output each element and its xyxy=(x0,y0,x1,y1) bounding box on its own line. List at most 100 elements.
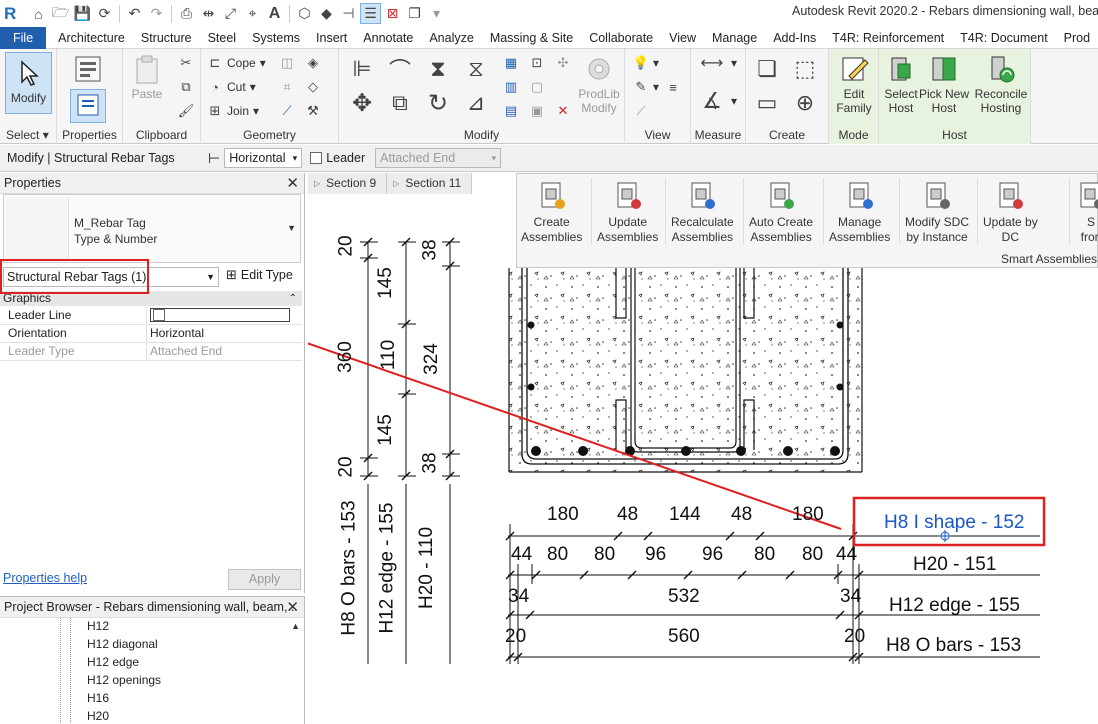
scale-icon[interactable]: ⊡ xyxy=(529,55,545,71)
create-part-icon[interactable]: ❏ xyxy=(752,55,782,83)
pin-icon[interactable]: ▢ xyxy=(529,79,545,95)
split-icon[interactable]: ▥ xyxy=(503,79,519,95)
group-graphics[interactable]: Graphics ⌃ xyxy=(0,291,302,306)
tab-collaborate[interactable]: Collaborate xyxy=(581,27,661,49)
paste-button[interactable]: Paste xyxy=(131,53,163,101)
create-similar-icon[interactable]: ⊕ xyxy=(790,89,820,117)
rebar-tag-left[interactable]: H8 O bars - 153 xyxy=(339,500,361,635)
type-properties-button[interactable] xyxy=(72,53,104,87)
hide-icon[interactable]: 💡 ▾ xyxy=(633,55,659,71)
selected-rebar-tag[interactable]: H8 I shape - 152 xyxy=(884,512,1024,534)
edit-family-button[interactable]: Edit Family xyxy=(832,53,876,115)
beam-join-icon[interactable]: ⟋ xyxy=(279,103,295,119)
unpin-icon[interactable]: ✣ xyxy=(555,55,571,71)
tab-section-9[interactable]: ▷ Section 9 xyxy=(308,173,388,194)
unpin-gray-icon[interactable]: ▣ xyxy=(529,103,545,119)
revit-logo[interactable]: R xyxy=(4,4,24,24)
cope-button[interactable]: ⊏ Cope ▾ xyxy=(207,55,266,71)
instance-selector[interactable]: Structural Rebar Tags (1) ▼ xyxy=(3,267,219,287)
sync-icon[interactable]: ⟳ xyxy=(94,3,115,24)
match-type-icon[interactable]: 🖌 xyxy=(178,103,195,119)
smart-assembly-button-s-fron[interactable]: Sfron xyxy=(1075,180,1098,245)
override-graphics-icon[interactable]: ✎ ▾ xyxy=(633,79,659,95)
drawing-canvas[interactable]: 20 360 20 145 110 145 38 324 38 H8 O bar… xyxy=(308,194,1098,724)
wall-joins-icon[interactable]: ⌗ xyxy=(279,79,295,95)
tab-annotate[interactable]: Annotate xyxy=(355,27,421,49)
copy-icon[interactable]: ⧉ xyxy=(385,89,415,117)
smart-assembly-button-auto-create-assemblies[interactable]: Auto Create Assemblies xyxy=(749,180,813,245)
undo-icon[interactable]: ↶ xyxy=(124,3,145,24)
copy-clip-icon[interactable]: ⧉ xyxy=(178,79,194,95)
leader-end-combo[interactable]: Attached End ▾ xyxy=(375,148,502,168)
rebar-tag-left[interactable]: H12 edge - 155 xyxy=(377,503,399,634)
cut-button[interactable]: ◔ Cut ▾ xyxy=(207,79,256,95)
angular-dimension-icon[interactable]: ∡ ▾ xyxy=(697,87,737,115)
tab-view[interactable]: View xyxy=(661,27,704,49)
join-button[interactable]: ⊞ Join ▾ xyxy=(207,103,260,119)
leader-line-field[interactable] xyxy=(150,308,290,322)
type-selector[interactable]: M_Rebar Tag Type & Number ▼ xyxy=(3,194,301,263)
reconcile-hosting-button[interactable]: Reconcile Hosting xyxy=(973,53,1029,115)
tab-manage[interactable]: Manage xyxy=(704,27,765,49)
measure-icon[interactable]: ⇹ xyxy=(198,3,219,24)
tree-item[interactable]: H12 xyxy=(87,619,109,633)
close-icon[interactable]: ✕ xyxy=(286,597,299,618)
align-icon[interactable]: ⊫ xyxy=(347,55,377,83)
trim-icon[interactable]: ⊿ xyxy=(461,89,491,117)
tree-item[interactable]: H12 edge xyxy=(87,655,139,669)
detail-line-icon[interactable]: ⊣ xyxy=(338,3,359,24)
cut-clip-icon[interactable]: ✂ xyxy=(178,55,194,71)
customize-qat-icon[interactable]: ▾ xyxy=(426,3,447,24)
chevron-down-icon[interactable]: ▼ xyxy=(287,223,296,233)
tree-item[interactable]: H16 xyxy=(87,691,109,705)
move-icon[interactable]: ✥ xyxy=(347,89,377,117)
close-icon[interactable]: ✕ xyxy=(286,173,299,194)
smart-assembly-button-modify-sdc-by-instance[interactable]: Modify SDC by Instance xyxy=(905,180,969,245)
mirror-draw-icon[interactable]: ⧖ xyxy=(461,55,491,83)
section-icon[interactable]: ◆ xyxy=(316,3,337,24)
prodlib-modify-button[interactable]: ProdLib Modify xyxy=(575,53,623,115)
smart-assembly-button-update-by-dc[interactable]: Update by DC xyxy=(983,180,1038,245)
tab-t4r-reinforcement[interactable]: T4R: Reinforcement xyxy=(824,27,952,49)
redo-icon[interactable]: ↷ xyxy=(146,3,167,24)
select-dropdown[interactable]: Select ▾ xyxy=(0,128,56,142)
tab-prod[interactable]: Prod xyxy=(1056,27,1098,49)
create-group-icon[interactable]: ⬚ xyxy=(790,55,820,83)
rebar-tag[interactable]: H8 O bars - 153 xyxy=(886,635,1021,657)
scroll-up-icon[interactable]: ▲ xyxy=(291,621,300,631)
dimension-icon[interactable]: ⤢ xyxy=(220,3,241,24)
orientation-value[interactable]: Horizontal xyxy=(147,325,302,342)
smart-assembly-button-create-assemblies[interactable]: Create Assemblies xyxy=(521,180,582,245)
switch-windows-icon[interactable]: ❐ xyxy=(404,3,425,24)
linework-icon[interactable]: ⟋ xyxy=(633,103,649,119)
mirror-axis-icon[interactable]: ⧗ xyxy=(423,55,453,83)
offset-icon[interactable]: ⌒ xyxy=(385,55,415,83)
rebar-tag[interactable]: H12 edge - 155 xyxy=(889,595,1020,617)
edit-type-button[interactable]: ⊞ Edit Type xyxy=(226,267,293,283)
view-style-icon[interactable]: ≡ xyxy=(665,79,681,95)
modify-button[interactable]: Modify xyxy=(5,57,52,105)
orientation-combo[interactable]: Horizontal ▾ xyxy=(224,148,303,168)
close-hidden-icon[interactable]: ⊠ xyxy=(382,3,403,24)
delete-icon[interactable]: ✕ xyxy=(555,103,571,119)
tab-steel[interactable]: Steel xyxy=(200,27,245,49)
tree-item[interactable]: H12 openings xyxy=(87,673,161,687)
tab-structure[interactable]: Structure xyxy=(133,27,200,49)
tab-massing-site[interactable]: Massing & Site xyxy=(482,27,581,49)
measure-distance-icon[interactable]: ⟷ ▾ xyxy=(697,55,738,72)
rebar-tag-left[interactable]: H20 - 110 xyxy=(416,527,438,609)
remove-paint-icon[interactable]: ◇ xyxy=(305,79,321,95)
paint-icon[interactable]: ◈ xyxy=(305,55,321,71)
rotate-icon[interactable]: ↻ xyxy=(423,89,453,117)
collapse-icon[interactable]: ⌃ xyxy=(289,291,297,306)
tab-section-11[interactable]: ▷ Section 11 xyxy=(387,173,473,194)
pick-new-host-button[interactable]: Pick New Host xyxy=(919,53,969,115)
leader-checkbox[interactable] xyxy=(310,152,323,164)
tab-analyze[interactable]: Analyze xyxy=(421,27,481,49)
text-icon[interactable]: A xyxy=(264,3,285,24)
apply-button[interactable]: Apply xyxy=(228,569,301,590)
select-host-button[interactable]: Select Host xyxy=(881,53,921,115)
properties-help-link[interactable]: Properties help xyxy=(3,571,87,585)
create-assembly-icon[interactable]: ▭ xyxy=(752,89,782,117)
rebar-tag[interactable]: H20 - 151 xyxy=(913,554,996,576)
